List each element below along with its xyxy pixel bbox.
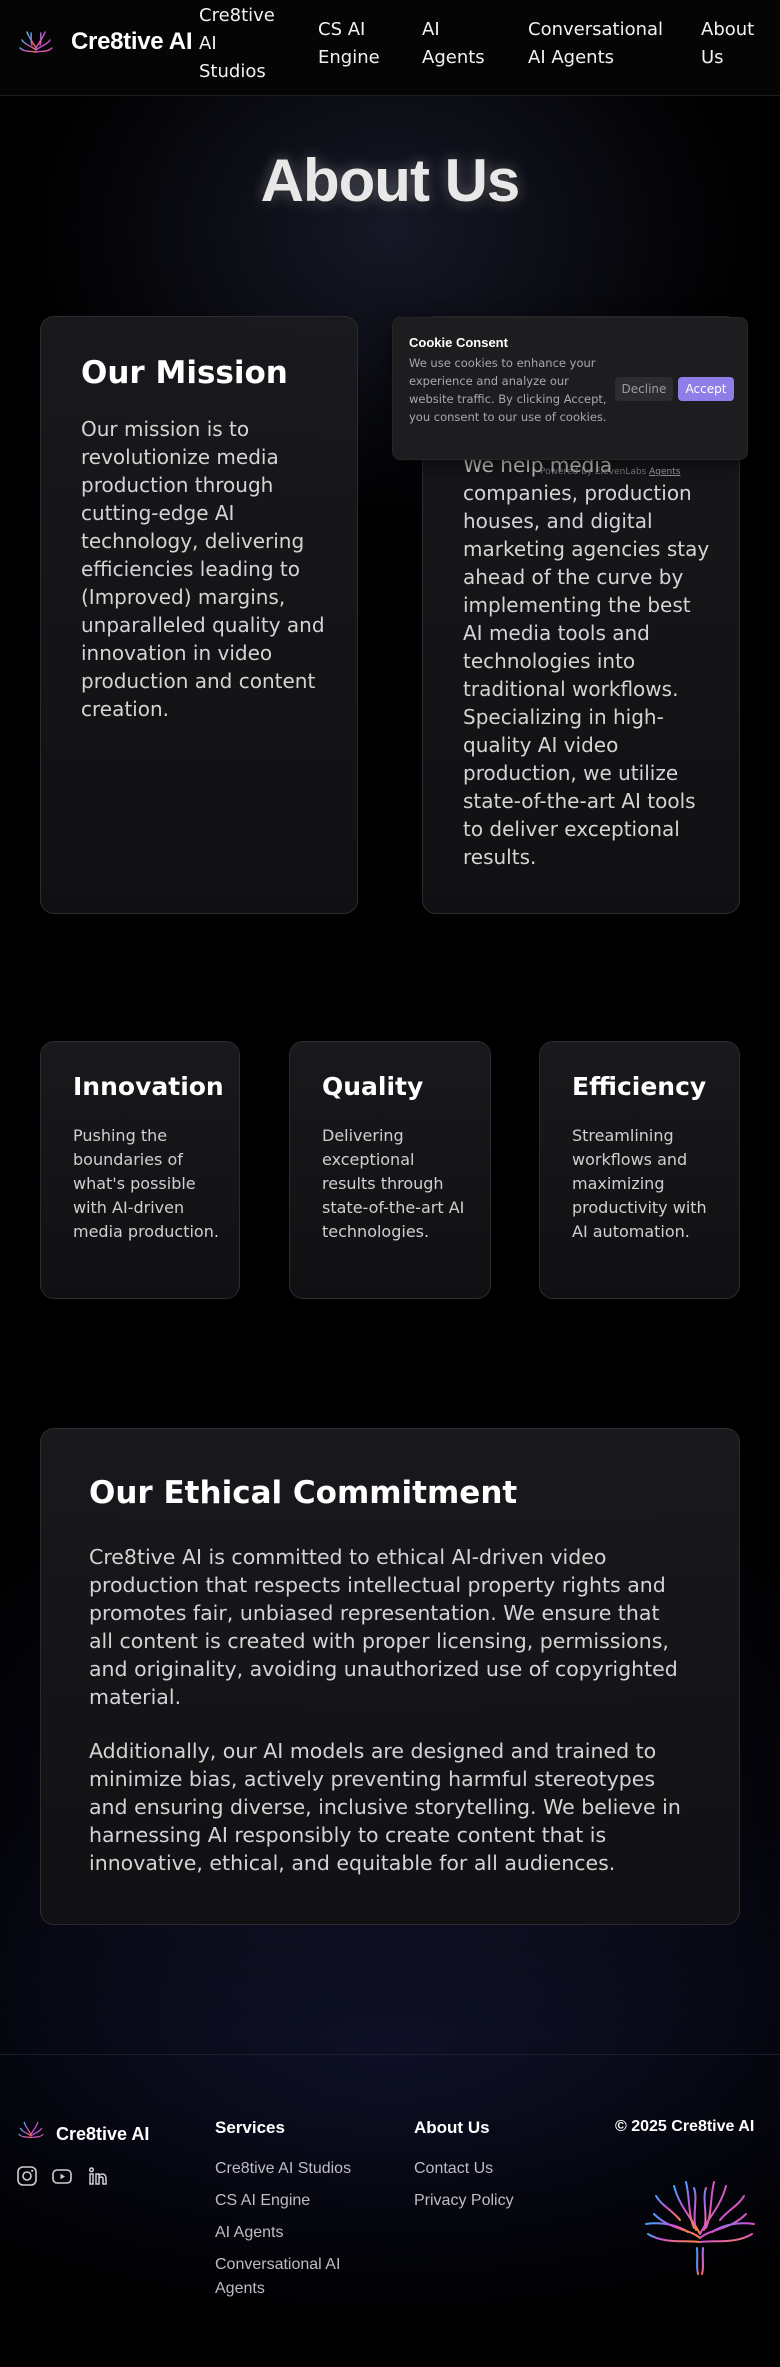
footer-link-ai-agents[interactable]: AI Agents (215, 2221, 284, 2245)
ethical-commitment-card: Our Ethical Commitment Cre8tive AI is co… (40, 1428, 740, 1925)
value-card-efficiency: Efficiency Streamlining workflows and ma… (539, 1041, 740, 1299)
page-title: About Us (260, 147, 521, 214)
value-card-innovation: Innovation Pushing the boundaries of wha… (40, 1041, 240, 1299)
tree-logo-icon[interactable] (16, 26, 56, 66)
value-card-quality: Quality Delivering exceptional results t… (289, 1041, 491, 1299)
footer-about-heading: About Us (414, 2118, 490, 2137)
value-title: Efficiency (572, 1072, 707, 1101)
powered-by-text: Powered by ElevenLabs (540, 467, 647, 477)
ethics-paragraph-1: Cre8tive AI is committed to ethical AI-d… (89, 1545, 678, 1709)
nav-item-cs-ai-engine[interactable]: CS AI Engine (318, 16, 388, 72)
mission-text: Our mission is to revolutionize media pr… (81, 417, 325, 721)
footer-services-heading: Services (215, 2118, 285, 2137)
tree-logo-icon (645, 2175, 755, 2275)
footer-link-cs-ai-engine[interactable]: CS AI Engine (215, 2189, 310, 2213)
accept-button[interactable]: Accept (678, 377, 734, 401)
nav-item-about-us[interactable]: About Us (701, 16, 761, 72)
value-text: Pushing the boundaries of what's possibl… (73, 1126, 219, 1241)
footer-link-cre8tive-ai-studios[interactable]: Cre8tive AI Studios (215, 2157, 351, 2181)
nav-item-cre8tive-ai-studios[interactable]: Cre8tive AI Studios (199, 2, 275, 86)
value-text: Streamlining workflows and maximizing pr… (572, 1126, 707, 1241)
footer-brand[interactable]: Cre8tive AI (56, 2124, 149, 2145)
what-we-do-text: We help media companies, production hous… (463, 453, 710, 869)
mission-title: Our Mission (81, 355, 288, 391)
value-title: Quality (322, 1072, 424, 1101)
footer-divider (0, 2054, 780, 2055)
copyright: © 2025 Cre8tive AI (615, 2118, 755, 2135)
footer-link-conversational-ai-agents[interactable]: Conversational AI Agents (215, 2253, 365, 2301)
youtube-icon[interactable] (51, 2165, 73, 2187)
cookie-consent-banner: Cookie Consent We use cookies to enhance… (392, 317, 748, 460)
powered-by-link[interactable]: Agents (649, 467, 680, 477)
mission-card: Our Mission Our mission is to revolution… (40, 316, 358, 914)
cookie-text: We use cookies to enhance your experienc… (409, 356, 607, 424)
brand-name[interactable]: Cre8tive AI (71, 28, 193, 56)
linkedin-icon[interactable] (87, 2165, 109, 2187)
footer-link-contact-us[interactable]: Contact Us (414, 2157, 493, 2181)
instagram-icon[interactable] (16, 2165, 38, 2187)
nav-item-conversational-ai-agents[interactable]: Conversational AI Agents (528, 16, 668, 72)
footer-link-privacy-policy[interactable]: Privacy Policy (414, 2189, 514, 2213)
nav-item-ai-agents[interactable]: AI Agents (422, 16, 492, 72)
cookie-title: Cookie Consent (409, 335, 508, 350)
powered-by: Powered by ElevenLabs Agents (540, 467, 680, 477)
value-title: Innovation (73, 1072, 224, 1101)
tree-logo-icon[interactable] (16, 2118, 46, 2148)
ethics-paragraph-2: Additionally, our AI models are designed… (89, 1739, 681, 1875)
decline-button[interactable]: Decline (615, 377, 673, 401)
value-text: Delivering exceptional results through s… (322, 1126, 465, 1241)
ethics-title: Our Ethical Commitment (89, 1475, 518, 1511)
site-header: Cre8tive AI Cre8tive AI Studios CS AI En… (0, 0, 780, 96)
